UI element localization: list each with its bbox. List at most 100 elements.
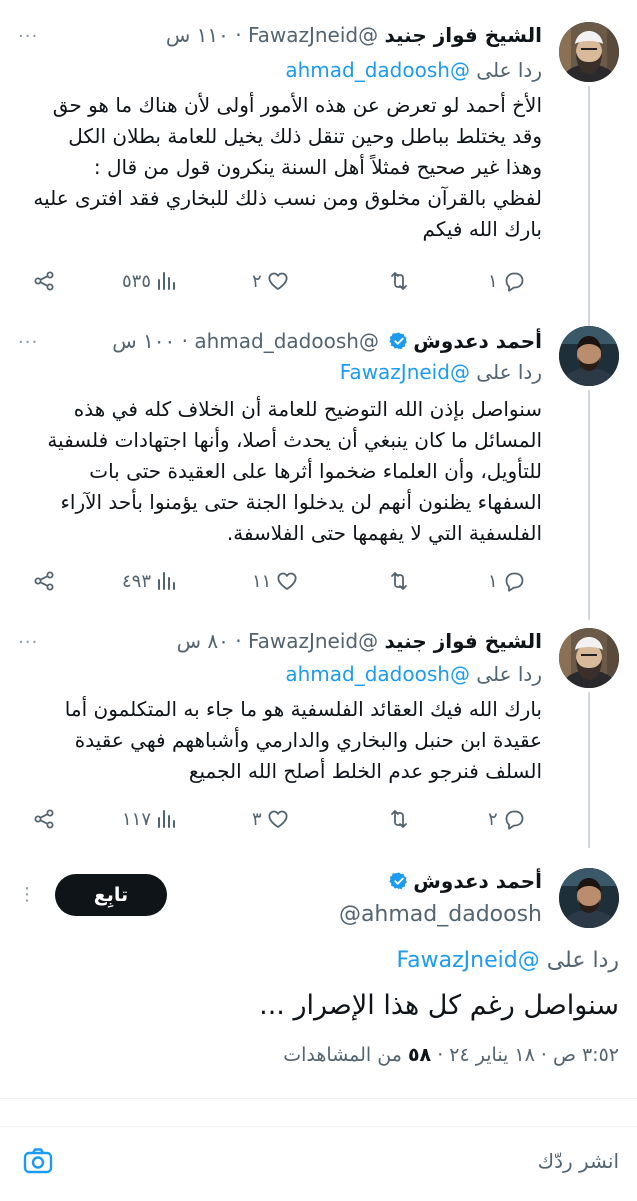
author-handle[interactable]: @ahmad_dadoosh: [194, 329, 379, 353]
timestamp[interactable]: ٨٠ س: [177, 629, 229, 653]
verified-icon: [389, 871, 409, 891]
retweet-icon: [387, 569, 411, 593]
tweet-text: بارك الله فيك العقائد الفلسفية هو ما جاء…: [18, 694, 542, 787]
verified-icon: [389, 331, 409, 351]
like-count: ١١: [252, 570, 272, 592]
views-icon: [155, 569, 179, 593]
reply-to-mention[interactable]: @ahmad_dadoosh: [285, 58, 470, 82]
thread-line: [588, 692, 590, 848]
separator-dot: ·: [181, 329, 188, 353]
like-button[interactable]: ١١: [252, 566, 299, 596]
reply-icon: [502, 269, 526, 293]
timestamp[interactable]: ١١٠ س: [166, 23, 229, 47]
reply-to-mention[interactable]: @FawazJneid: [340, 360, 470, 384]
retweet-button[interactable]: [387, 804, 411, 834]
like-button[interactable]: ٢: [252, 266, 290, 296]
reply-to-label: ردا على: [476, 662, 542, 686]
text-line: سنواصل بإذن الله التوضيح للعامة أن الخلا…: [73, 397, 542, 421]
tweet-actions: ٤٩٣ ١١ ١: [18, 566, 542, 596]
share-button[interactable]: [32, 804, 56, 834]
reply-icon: [502, 807, 526, 831]
follow-button[interactable]: تابِع: [55, 874, 167, 916]
like-icon: [266, 807, 290, 831]
retweet-button[interactable]: [387, 266, 411, 296]
author-name[interactable]: الشيخ فواز جنيد: [384, 629, 542, 653]
text-line: الفلسفية التي لا يفهمها حتى الفلاسفة.: [226, 521, 542, 545]
text-line: عقيدة ابن حنبل والبخاري والدارمي وأشباهه…: [74, 728, 542, 752]
views-button[interactable]: ٤٩٣: [122, 566, 179, 596]
post-date[interactable]: ١٨ يناير ٢٤: [449, 1044, 535, 1066]
author-handle[interactable]: @FawazJneid: [248, 23, 378, 47]
avatar[interactable]: [559, 868, 619, 928]
separator-dot: ·: [540, 1044, 547, 1066]
author-name[interactable]: أحمد دعدوش: [413, 869, 542, 893]
avatar[interactable]: [559, 628, 619, 688]
tweet[interactable]: الشيخ فواز جنيد @FawazJneid · ٨٠ س ··· ر…: [0, 618, 637, 850]
share-icon: [32, 569, 56, 593]
reply-to-mention[interactable]: @FawazJneid: [397, 948, 540, 973]
reply-button[interactable]: ١: [488, 566, 526, 596]
reply-to-line: ردا على @ahmad_dadoosh: [285, 662, 542, 686]
like-icon: [266, 269, 290, 293]
tweet[interactable]: أحمد دعدوش @ahmad_dadoosh · ١٠٠ س ··· رد…: [0, 318, 637, 620]
tweet-header: أحمد دعدوش @ahmad_dadoosh · ١٠٠ س: [70, 326, 542, 356]
retweet-icon: [387, 807, 411, 831]
reply-count: ٢: [488, 808, 498, 830]
separator-dot: ·: [437, 1044, 444, 1066]
tweet-actions: ١١٧ ٣ ٢: [18, 804, 542, 834]
author-name[interactable]: أحمد دعدوش: [413, 329, 542, 353]
retweet-icon: [387, 269, 411, 293]
avatar[interactable]: [559, 22, 619, 82]
text-line: السلف فنرجو عدم الخلط أصلح الله الجميع: [188, 759, 542, 783]
more-icon[interactable]: ···: [18, 334, 44, 352]
camera-icon[interactable]: [22, 1145, 54, 1177]
timestamp[interactable]: ١٠٠ س: [112, 329, 175, 353]
author-handle[interactable]: @ahmad_dadoosh: [339, 902, 542, 927]
tweet-actions: ٥٣٥ ٢ ١: [18, 266, 542, 296]
share-button[interactable]: [32, 566, 56, 596]
views-count[interactable]: ٥٨: [408, 1044, 431, 1066]
reply-to-label: ردا على: [476, 360, 542, 384]
reply-count: ١: [488, 270, 498, 292]
tweet-header: الشيخ فواز جنيد @FawazJneid · ٨٠ س: [70, 626, 542, 656]
author-handle[interactable]: @FawazJneid: [248, 629, 378, 653]
like-count: ٣: [252, 808, 262, 830]
views-icon: [155, 269, 179, 293]
reply-composer: انشر ردّك: [0, 1126, 637, 1201]
reply-to-label: ردا على: [546, 948, 619, 973]
share-button[interactable]: [32, 266, 56, 296]
views-count: ١١٧: [122, 808, 152, 830]
reply-button[interactable]: ٢: [488, 804, 526, 834]
thread-line: [588, 390, 590, 620]
reply-count: ١: [488, 570, 498, 592]
divider: [0, 1098, 637, 1099]
reply-input[interactable]: انشر ردّك: [538, 1149, 619, 1173]
reply-to-label: ردا على: [476, 58, 542, 82]
reply-to-line: ردا على @FawazJneid: [397, 948, 619, 973]
retweet-button[interactable]: [387, 566, 411, 596]
like-button[interactable]: ٣: [252, 804, 290, 834]
text-line: الأخ أحمد لو تعرض عن هذه الأمور أولى لأن…: [52, 93, 542, 117]
reply-to-mention[interactable]: @ahmad_dadoosh: [285, 662, 470, 686]
views-count: ٥٣٥: [122, 270, 152, 292]
text-line: المسائل ما كان ينبغي أن يحدث أصلا، وأنها…: [47, 428, 542, 452]
text-line: بارك الله فيكم: [422, 217, 542, 241]
author-name[interactable]: الشيخ فواز جنيد: [384, 23, 542, 47]
post-time[interactable]: ٣:٥٢ ص: [553, 1044, 619, 1066]
tweet-text: سنواصل رغم كل هذا الإصرار ...: [259, 990, 619, 1021]
reply-icon: [502, 569, 526, 593]
tweet[interactable]: الشيخ فواز جنيد @FawazJneid · ١١٠ س ··· …: [0, 0, 637, 330]
views-button[interactable]: ١١٧: [122, 804, 179, 834]
more-icon[interactable]: ⋮: [18, 886, 44, 904]
like-icon: [275, 569, 299, 593]
more-icon[interactable]: ···: [18, 28, 44, 46]
share-icon: [32, 269, 56, 293]
reply-button[interactable]: ١: [488, 266, 526, 296]
more-icon[interactable]: ···: [18, 634, 44, 652]
avatar[interactable]: [559, 326, 619, 386]
tweet-header: الشيخ فواز جنيد @FawazJneid · ١١٠ س: [70, 20, 542, 50]
reply-to-line: ردا على @FawazJneid: [340, 360, 542, 384]
views-button[interactable]: ٥٣٥: [122, 266, 179, 296]
text-line: وقد يختلط بباطل وحين تنقل ذلك يخيل للعام…: [68, 124, 542, 148]
text-line: للتأويل، وأن العلماء ضخموا أثرها على الع…: [89, 459, 542, 483]
